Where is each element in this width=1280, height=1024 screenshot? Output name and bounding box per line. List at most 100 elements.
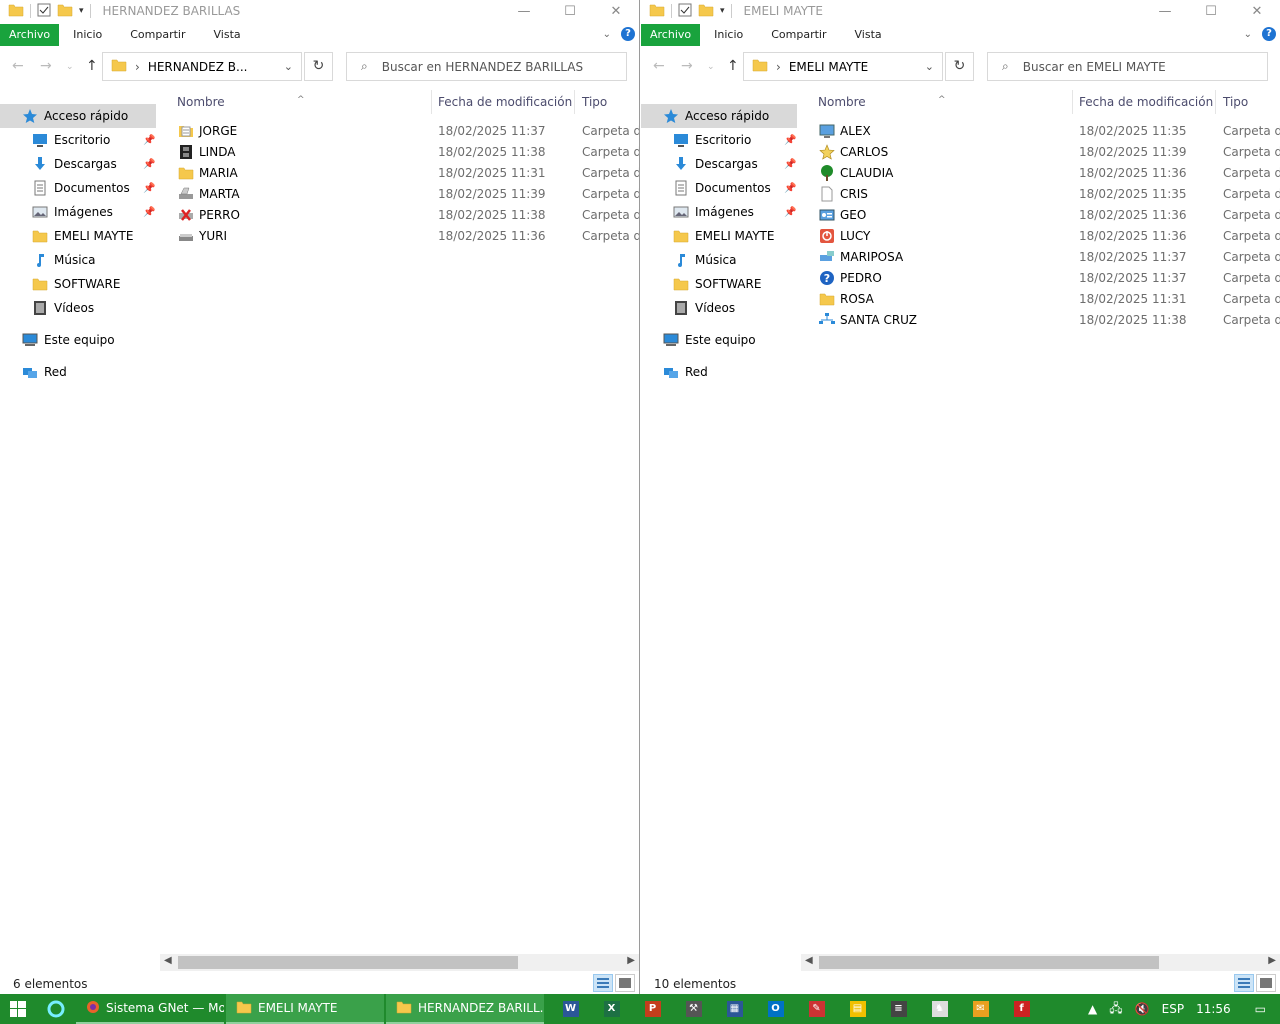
excel-icon[interactable]: X [591, 994, 632, 1024]
refresh-button[interactable]: ↻ [945, 52, 974, 81]
nav-item-escritorio[interactable]: Escritorio 📌 [641, 128, 801, 152]
tab-compartir[interactable]: Compartir [116, 24, 199, 46]
edge-icon[interactable] [36, 994, 76, 1024]
file-row[interactable]: LINDA 18/02/2025 11:38 Carpeta de [170, 141, 639, 162]
file-name[interactable]: CRIS [840, 187, 868, 201]
file-name[interactable]: MARTA [199, 187, 240, 201]
chevron-down-icon[interactable]: ⌄ [284, 60, 293, 73]
tab-inicio[interactable]: Inicio [59, 24, 116, 46]
search-input[interactable] [381, 59, 612, 74]
file-row[interactable]: MARIPOSA 18/02/2025 11:37 Carpeta de [811, 246, 1280, 267]
taskbar-app[interactable]: EMELI MAYTE [226, 994, 384, 1024]
column-name[interactable]: Nombre [818, 95, 866, 109]
file-name[interactable]: MARIPOSA [840, 250, 903, 264]
large-icons-view-button[interactable] [1256, 974, 1276, 992]
file-name[interactable]: PERRO [199, 208, 240, 222]
file-name[interactable]: GEO [840, 208, 866, 222]
nav-item-descargas[interactable]: Descargas 📌 [0, 152, 160, 176]
nav-item-imágenes[interactable]: Imágenes 📌 [641, 200, 801, 224]
scrollbar-thumb[interactable] [178, 956, 518, 969]
forward-arrow-icon[interactable]: → [681, 58, 693, 74]
file-row[interactable]: LUCY 18/02/2025 11:36 Carpeta de [811, 225, 1280, 246]
nav-item-música[interactable]: Música [641, 248, 801, 272]
maximize-button[interactable]: ☐ [1188, 0, 1234, 22]
horizontal-scrollbar[interactable]: ◀ ▶ [160, 954, 639, 971]
file-row[interactable]: ? PEDRO 18/02/2025 11:37 Carpeta de [811, 267, 1280, 288]
details-view-button[interactable] [593, 974, 613, 992]
scroll-right-arrow[interactable]: ▶ [1268, 955, 1276, 966]
search-box[interactable]: ⌕ [346, 52, 627, 81]
chess-icon[interactable]: ♞ [919, 994, 960, 1024]
refresh-button[interactable]: ↻ [304, 52, 333, 81]
start-button[interactable] [0, 994, 36, 1024]
file-name[interactable]: ALEX [840, 124, 871, 138]
file-row[interactable]: JORGE 18/02/2025 11:37 Carpeta de [170, 120, 639, 141]
nav-item-software[interactable]: SOFTWARE [641, 272, 801, 296]
expand-ribbon-icon[interactable]: ⌄ [1244, 29, 1252, 40]
file-name[interactable]: YURI [199, 229, 227, 243]
column-type[interactable]: Tipo [1223, 95, 1248, 109]
server-icon[interactable]: ≡ [878, 994, 919, 1024]
powerpoint-icon[interactable]: P [632, 994, 673, 1024]
large-icons-view-button[interactable] [615, 974, 635, 992]
nav-item-música[interactable]: Música [0, 248, 160, 272]
file-row[interactable]: CLAUDIA 18/02/2025 11:36 Carpeta de [811, 162, 1280, 183]
file-name[interactable]: LUCY [840, 229, 870, 243]
chevron-up-icon[interactable]: ▲ [1088, 1002, 1097, 1016]
nav-item-este-equipo[interactable]: Este equipo [641, 328, 801, 352]
file-row[interactable]: YURI 18/02/2025 11:36 Carpeta de [170, 225, 639, 246]
scroll-left-arrow[interactable]: ◀ [805, 955, 813, 966]
minimize-button[interactable]: — [1142, 0, 1188, 22]
file-row[interactable]: SANTA CRUZ 18/02/2025 11:38 Carpeta de [811, 309, 1280, 330]
nav-item-acceso-rápido[interactable]: Acceso rápido [0, 104, 156, 128]
pin-icon[interactable]: 📌 [784, 183, 796, 194]
tab-compartir[interactable]: Compartir [757, 24, 840, 46]
flash-icon[interactable]: f [1001, 994, 1042, 1024]
back-arrow-icon[interactable]: ← [653, 58, 665, 74]
chevron-right-icon[interactable]: › [776, 60, 781, 74]
search-input[interactable] [1022, 59, 1253, 74]
calendar-icon[interactable]: ▦ [714, 994, 755, 1024]
file-name[interactable]: LINDA [199, 145, 235, 159]
clock[interactable]: 11:56 [1196, 1002, 1231, 1016]
up-arrow-icon[interactable]: ↑ [86, 58, 98, 74]
language-indicator[interactable]: ESP [1162, 1002, 1184, 1016]
nav-item-emeli-mayte[interactable]: EMELI MAYTE [0, 224, 160, 248]
file-name[interactable]: SANTA CRUZ [840, 313, 917, 327]
nav-item-software[interactable]: SOFTWARE [0, 272, 160, 296]
network-status-icon[interactable]: 🖧 [1109, 999, 1122, 1020]
pin-icon[interactable]: 📌 [784, 135, 796, 146]
up-arrow-icon[interactable]: ↑ [727, 58, 739, 74]
tab-vista[interactable]: Vista [200, 24, 255, 46]
file-row[interactable]: MARTA 18/02/2025 11:39 Carpeta de [170, 183, 639, 204]
taskbar-app[interactable]: HERNANDEZ BARILL... [386, 994, 544, 1024]
file-name[interactable]: MARIA [199, 166, 238, 180]
nav-item-vídeos[interactable]: Vídeos [0, 296, 160, 320]
properties-icon[interactable] [678, 3, 692, 20]
column-date[interactable]: Fecha de modificación [438, 95, 572, 109]
nav-item-acceso-rápido[interactable]: Acceso rápido [641, 104, 797, 128]
address-path[interactable]: HERNANDEZ B... [148, 60, 248, 74]
tab-archivo[interactable]: Archivo [641, 24, 701, 46]
address-path[interactable]: EMELI MAYTE [789, 60, 868, 74]
pin-icon[interactable]: 📌 [784, 159, 796, 170]
maximize-button[interactable]: ☐ [547, 0, 593, 22]
chevron-right-icon[interactable]: › [135, 60, 140, 74]
word-icon[interactable]: W [550, 994, 591, 1024]
pin-icon[interactable]: 📌 [784, 207, 796, 218]
file-name[interactable]: CARLOS [840, 145, 888, 159]
nav-item-vídeos[interactable]: Vídeos [641, 296, 801, 320]
tab-vista[interactable]: Vista [841, 24, 896, 46]
column-type[interactable]: Tipo [582, 95, 607, 109]
nav-item-documentos[interactable]: Documentos 📌 [641, 176, 801, 200]
pin-icon[interactable]: 📌 [143, 159, 155, 170]
scrollbar-thumb[interactable] [819, 956, 1159, 969]
taskbar-app[interactable]: Sistema GNet — Mo... [76, 994, 224, 1024]
scroll-left-arrow[interactable]: ◀ [164, 955, 172, 966]
outlook-icon[interactable]: O [755, 994, 796, 1024]
search-box[interactable]: ⌕ [987, 52, 1268, 81]
file-name[interactable]: ROSA [840, 292, 874, 306]
pin-icon[interactable]: 📌 [143, 183, 155, 194]
file-row[interactable]: GEO 18/02/2025 11:36 Carpeta de [811, 204, 1280, 225]
mail-icon[interactable]: ✉ [960, 994, 1001, 1024]
